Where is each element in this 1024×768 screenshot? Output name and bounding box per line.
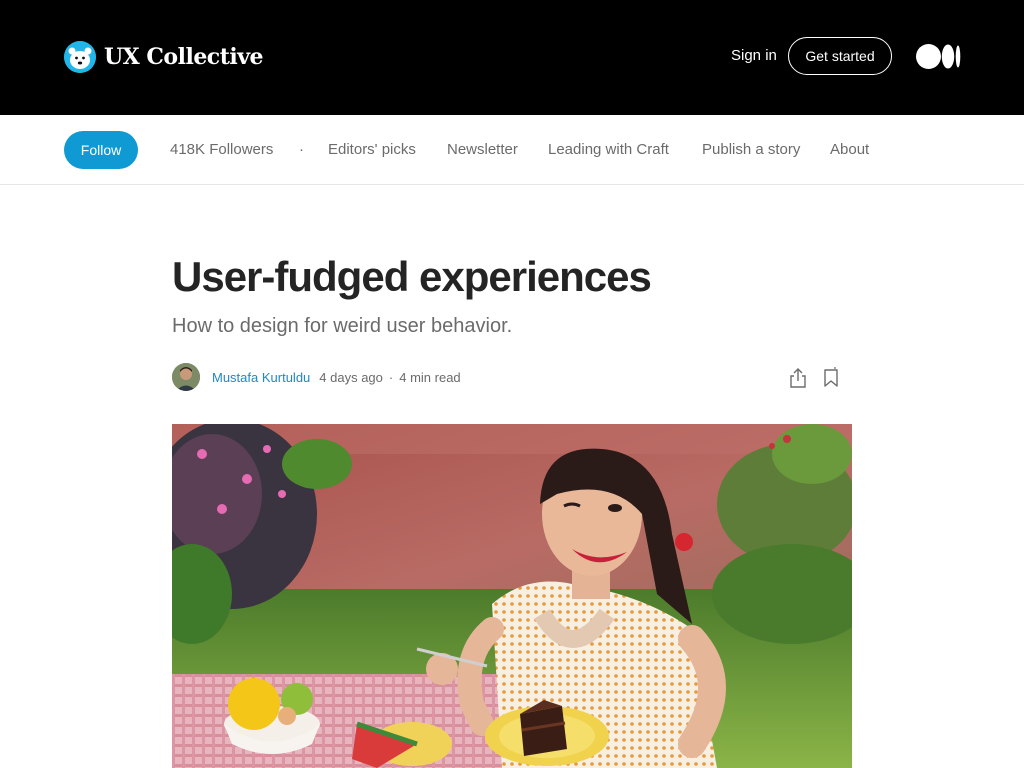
sign-in-link[interactable]: Sign in (731, 47, 777, 64)
polar-bear-logo-icon (64, 41, 96, 73)
nav-link-newsletter[interactable]: Newsletter (447, 141, 518, 158)
author-name-link[interactable]: Mustafa Kurtuldu (212, 370, 310, 385)
article-title: User-fudged experiences (172, 253, 652, 300)
article-hero-image (172, 424, 852, 768)
read-time: 4 min read (399, 369, 461, 385)
get-started-button[interactable]: Get started (788, 37, 892, 75)
nav-link-leading-with-craft[interactable]: Leading with Craft (548, 141, 669, 158)
author-avatar[interactable] (172, 363, 200, 391)
nav-link-about[interactable]: About (830, 141, 869, 158)
byline-separator: · (388, 369, 394, 385)
nav-link-publish-a-story[interactable]: Publish a story (702, 141, 800, 158)
publication-name: UX Collective (104, 44, 264, 70)
medium-logo-icon[interactable] (916, 44, 961, 69)
follow-button[interactable]: Follow (64, 131, 138, 169)
publication-nav: Follow 418K Followers · Editors' picks N… (0, 115, 1024, 185)
publication-brand[interactable]: UX Collective (64, 41, 264, 73)
bookmark-icon[interactable] (820, 366, 842, 390)
nav-separator: · (299, 141, 304, 158)
nav-link-editors-picks[interactable]: Editors' picks (328, 141, 416, 158)
article-subtitle: How to design for weird user behavior. (172, 315, 513, 337)
published-date: 4 days ago (319, 369, 383, 385)
share-icon[interactable] (787, 366, 809, 390)
site-header: UX Collective Sign in Get started (0, 0, 1024, 115)
article-byline: Mustafa Kurtuldu 4 days ago · 4 min read (172, 363, 461, 391)
followers-count[interactable]: 418K Followers (170, 141, 273, 158)
